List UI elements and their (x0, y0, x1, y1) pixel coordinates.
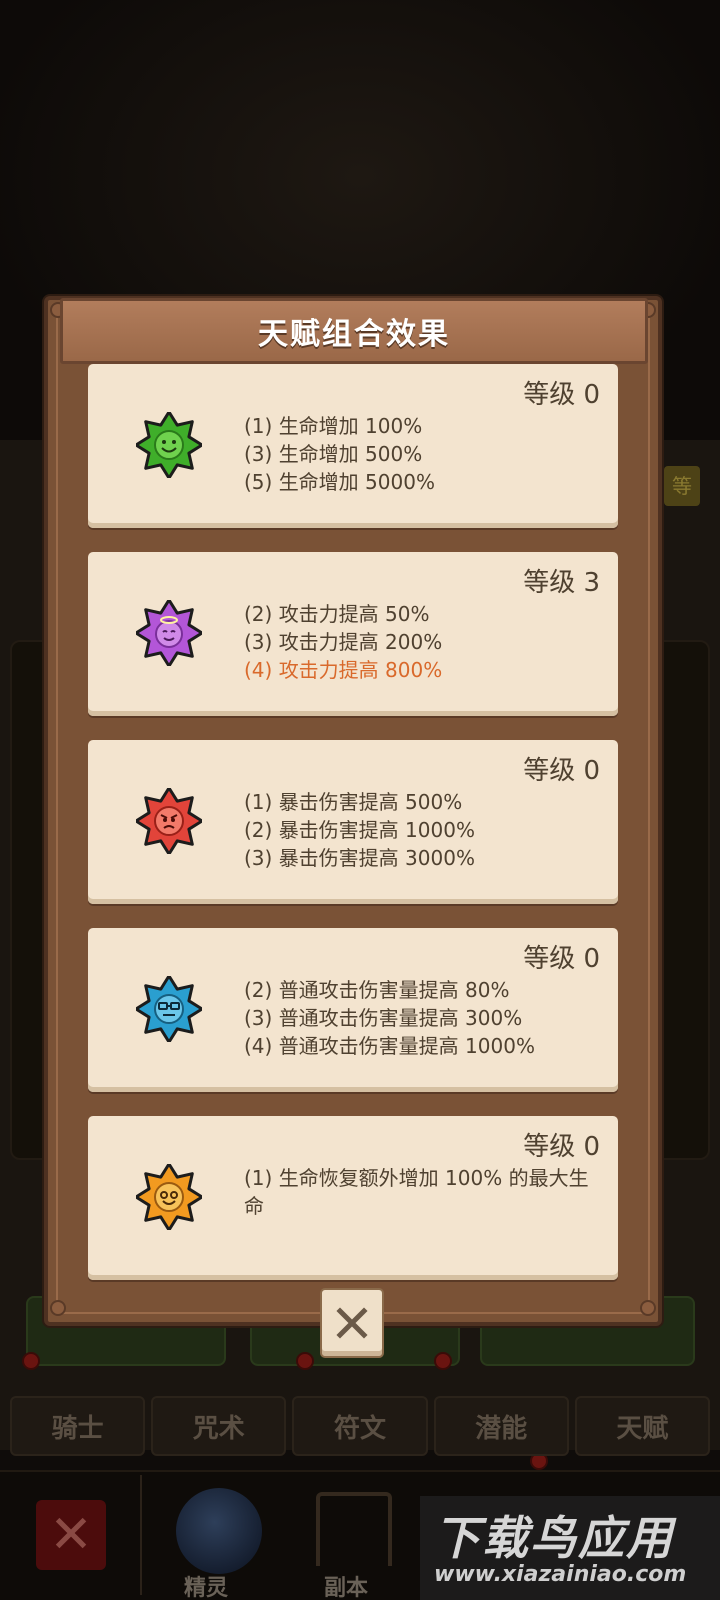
talent-combo-card: 等级 0 (1) 暴击伤害提高 500% (2) 暴击伤害提高 1000% (3… (88, 740, 618, 904)
dialog-title-banner: 天赋组合效果 (60, 298, 648, 364)
card-effects: (1) 生命恢复额外增加 100% 的最大生命 (244, 1164, 604, 1220)
green-smile-star-icon (136, 412, 202, 478)
effect-line: (3) 普通攻击伤害量提高 300% (244, 1006, 523, 1030)
close-x-icon (336, 1307, 368, 1339)
effect-line: (1) 暴击伤害提高 500% (244, 790, 463, 814)
spirit-icon (176, 1488, 262, 1574)
effect-line: (3) 攻击力提高 200% (244, 630, 443, 654)
rivet (50, 1300, 66, 1316)
effect-line: (2) 攻击力提高 50% (244, 602, 430, 626)
red-angry-star-icon (136, 788, 202, 854)
blue-glasses-star-icon (136, 976, 202, 1042)
effect-line-active: (4) 攻击力提高 800% (244, 658, 443, 682)
background-side-badge: 等 (664, 466, 700, 506)
talent-combo-card: 等级 0 (1) 生命恢复额外增加 100% 的最大生命 (88, 1116, 618, 1280)
card-level: 等级 0 (523, 944, 600, 974)
dungeon-icon (316, 1492, 392, 1566)
effect-line: (1) 生命增加 100% (244, 414, 423, 438)
card-effects: (2) 攻击力提高 50% (3) 攻击力提高 200% (4) 攻击力提高 8… (244, 600, 604, 684)
card-level: 等级 0 (523, 380, 600, 410)
category-tabs: 骑士 咒术 符文 潜能 天赋 (10, 1396, 711, 1456)
watermark-url: www.xiazainiao.com (434, 1562, 687, 1587)
rivet (640, 1300, 656, 1316)
effect-line: (1) 生命恢复额外增加 100% 的最大生命 (244, 1166, 589, 1218)
bottom-item-spirit: 精灵 (184, 1576, 229, 1600)
card-level: 等级 0 (523, 1132, 600, 1162)
notification-dot (434, 1352, 452, 1370)
effect-line: (2) 暴击伤害提高 1000% (244, 818, 475, 842)
card-effects: (2) 普通攻击伤害量提高 80% (3) 普通攻击伤害量提高 300% (4)… (244, 976, 604, 1060)
bottom-close-icon: ✕ (36, 1500, 106, 1570)
watermark-title: 下载鸟应用 (434, 1511, 674, 1565)
effect-line: (3) 暴击伤害提高 3000% (244, 846, 475, 870)
effect-line: (4) 普通攻击伤害量提高 1000% (244, 1034, 535, 1058)
notification-dot (22, 1352, 40, 1370)
bottom-item-dungeon: 副本 (324, 1576, 369, 1600)
talent-combo-card: 等级 0 (1) 生命增加 100% (3) 生命增加 500% (5) 生命增… (88, 364, 618, 528)
tab-talent: 天赋 (574, 1396, 711, 1456)
talent-combo-card: 等级 3 (2) 攻击力提高 50% (3) 攻击力提高 200% (4) 攻击… (88, 552, 618, 716)
effect-line: (3) 生命增加 500% (244, 442, 423, 466)
effect-line: (2) 普通攻击伤害量提高 80% (244, 978, 510, 1002)
card-effects: (1) 生命增加 100% (3) 生命增加 500% (5) 生命增加 500… (244, 412, 604, 496)
notification-dot (296, 1352, 314, 1370)
talent-combo-card: 等级 0 (2) 普通攻击伤害量提高 80% (3) 普通攻击伤害量提高 300… (88, 928, 618, 1092)
dialog-title: 天赋组合效果 (258, 317, 450, 352)
bottom-divider (140, 1475, 142, 1595)
watermark: 下载鸟应用 www.xiazainiao.com (420, 1496, 720, 1600)
orange-happy-star-icon (136, 1164, 202, 1230)
tab-rune: 符文 (292, 1396, 428, 1456)
card-level: 等级 0 (523, 756, 600, 786)
effect-line: (5) 生命增加 5000% (244, 470, 435, 494)
card-effects: (1) 暴击伤害提高 500% (2) 暴击伤害提高 1000% (3) 暴击伤… (244, 788, 604, 872)
tab-spell: 咒术 (151, 1396, 287, 1456)
tab-potential: 潜能 (433, 1396, 569, 1456)
tab-knight: 骑士 (10, 1396, 146, 1456)
card-level: 等级 3 (523, 568, 600, 598)
purple-angel-star-icon (136, 600, 202, 666)
close-button[interactable] (320, 1288, 384, 1358)
